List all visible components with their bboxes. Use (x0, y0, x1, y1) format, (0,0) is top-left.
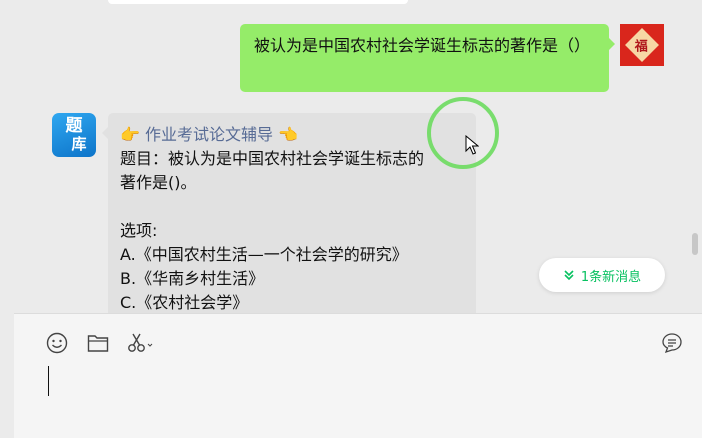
option-b: B.《华南乡村生活》 (120, 269, 265, 288)
emoji-button[interactable] (45, 331, 69, 355)
mouse-cursor-icon (465, 135, 479, 155)
incoming-message-bubble[interactable]: 👉 作业考试论文辅导 👈 题目：被认为是中国农村社会学诞生标志的 著作是()。 … (102, 113, 476, 313)
pointing-right-icon: 👉 (120, 125, 140, 144)
option-c: C.《农村社会学》 (120, 293, 249, 312)
contact-avatar[interactable]: 题 库 (52, 113, 96, 157)
send-file-button[interactable] (86, 331, 110, 355)
outgoing-message-bubble[interactable]: 被认为是中国农村社会学诞生标志的著作是（） (240, 24, 615, 92)
text-input-caret[interactable] (48, 366, 49, 396)
chat-message-area[interactable]: 被认为是中国农村社会学诞生标志的著作是（） 福 题 库 👉 作业考试论文辅导 👈… (14, 0, 702, 313)
previous-message-bubble (108, 0, 408, 4)
options-label: 选项: (120, 221, 158, 240)
screenshot-button[interactable] (126, 331, 156, 355)
message-composer[interactable] (14, 313, 702, 438)
question-line-1: 题目：被认为是中国农村社会学诞生标志的 (120, 149, 425, 168)
chat-history-button[interactable] (660, 331, 684, 355)
avatar-char: 福 (635, 39, 649, 55)
outgoing-message-text: 被认为是中国农村社会学诞生标志的著作是（） (254, 36, 591, 55)
chat-history-icon (662, 333, 682, 354)
message-header: 👉 作业考试论文辅导 👈 (120, 123, 464, 147)
avatar-line1: 题 (65, 116, 83, 136)
pointing-left-icon: 👈 (278, 125, 299, 144)
emoji-icon (46, 332, 68, 354)
option-a: A.《中国农村生活—一个社会学的研究》 (120, 245, 408, 264)
window-left-edge (0, 0, 14, 438)
question-line-2: 著作是()。 (120, 173, 197, 192)
click-highlight-ring (427, 97, 499, 169)
new-messages-button[interactable]: 1条新消息 (539, 258, 665, 292)
chat-scrollbar[interactable] (692, 233, 698, 255)
double-chevron-down-icon (564, 270, 574, 281)
my-avatar[interactable]: 福 (620, 24, 664, 66)
folder-icon (87, 335, 109, 352)
fu-diamond-icon: 福 (625, 28, 659, 62)
header-text: 作业考试论文辅导 (145, 125, 274, 144)
new-messages-label: 1条新消息 (580, 269, 642, 285)
avatar-line2: 库 (71, 135, 87, 153)
scissors-icon (128, 333, 153, 352)
